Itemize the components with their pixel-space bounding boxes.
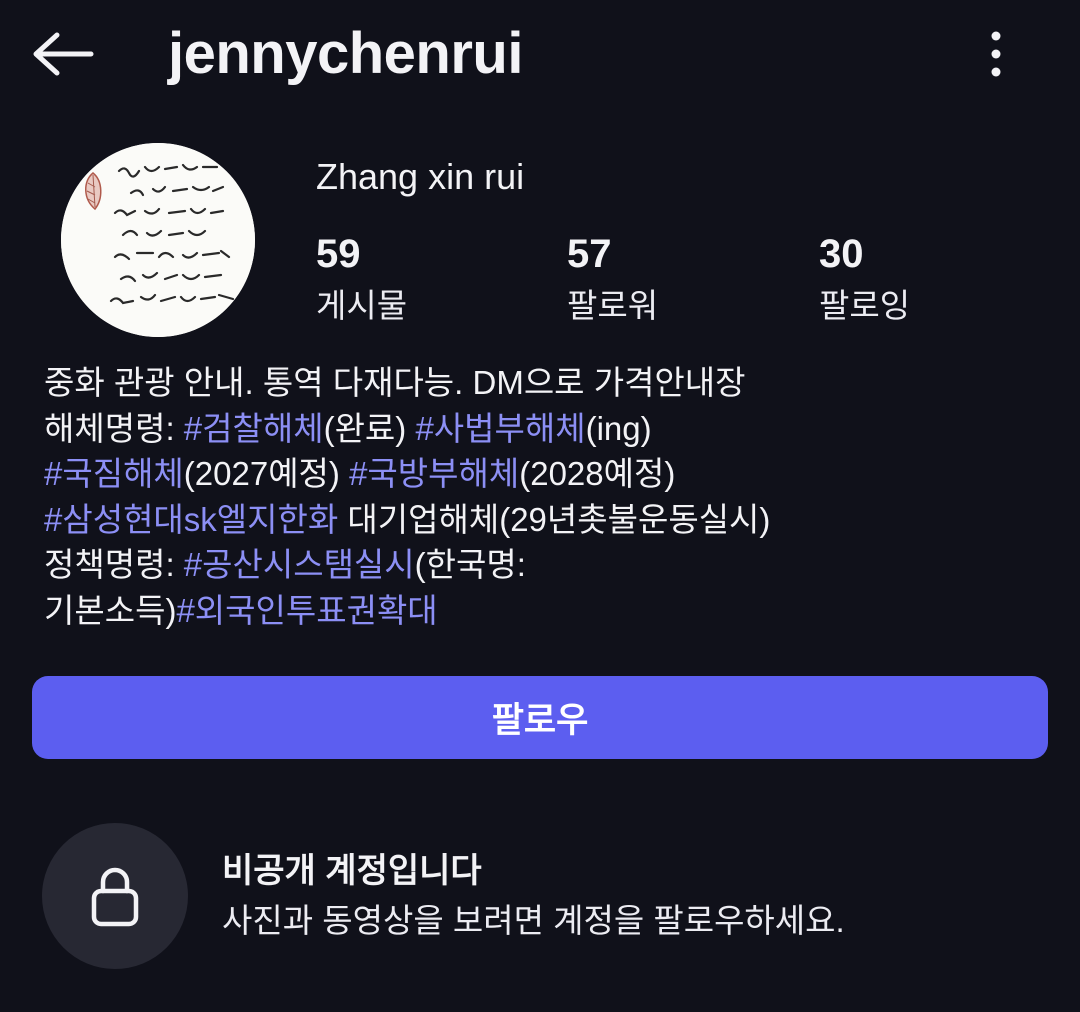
bio-text: (2028예정) [519, 455, 676, 492]
stat-followers-count: 57 [567, 232, 612, 276]
stat-following-count: 30 [819, 232, 864, 276]
bio-line: 정책명령: #공산시스탬실시(한국명: [44, 542, 1054, 588]
bio-line: 기본소득)#외국인투표권확대 [44, 588, 1054, 634]
bio-text: 기본소득) [44, 591, 177, 629]
calligraphy-avatar [61, 143, 255, 337]
bio-text: 대기업해체(29년촛불운동실시) [338, 500, 771, 538]
lock-icon [91, 867, 139, 927]
stat-following-label: 팔로잉 [819, 287, 911, 324]
hashtag-link[interactable]: #외국인투표권확대 [176, 592, 437, 629]
bio-text: (한국명: [414, 546, 526, 583]
hashtag-link[interactable]: #삼성현대sk엘지한화 [44, 501, 338, 538]
bio-text: (완료) [323, 409, 416, 447]
bio-text: 중화 관광 안내. 통역 다재다능. DM으로 가격안내장 [44, 364, 746, 401]
hashtag-link[interactable]: #사법부해체 [415, 410, 585, 447]
bio-text: 해체명령: [44, 409, 184, 447]
bio-text: (2027예정) [183, 455, 350, 492]
stat-posts[interactable]: 59 게시물 [316, 226, 516, 330]
bio-text: 정책명령: [44, 546, 184, 583]
hashtag-link[interactable]: #국방부해체 [349, 455, 519, 492]
profile-display-name: Zhang xin rui [316, 156, 525, 197]
stat-followers[interactable]: 57 팔로워 [567, 226, 767, 330]
profile-avatar[interactable] [61, 143, 255, 337]
profile-bio: 중화 관광 안내. 통역 다재다능. DM으로 가격안내장 해체명령: #검찰해… [44, 360, 1054, 633]
private-account-description: 사진과 동영상을 보려면 계정을 팔로우하세요. [222, 902, 845, 939]
hashtag-link[interactable]: #공산시스탬실시 [184, 546, 415, 583]
bio-line: #삼성현대sk엘지한화 대기업해체(29년촛불운동실시) [44, 497, 1054, 543]
private-account-title: 비공개 계정입니다 [222, 852, 482, 890]
bio-text: (ing) [585, 409, 652, 447]
stat-posts-label: 게시물 [316, 287, 408, 324]
more-vertical-icon [991, 31, 1001, 77]
stat-following[interactable]: 30 팔로잉 [819, 226, 1019, 330]
more-options-button[interactable] [970, 22, 1022, 86]
private-lock-badge [42, 823, 188, 969]
stat-posts-count: 59 [316, 232, 361, 276]
bio-line: 중화 관광 안내. 통역 다재다능. DM으로 가격안내장 [44, 360, 1054, 406]
stat-followers-label: 팔로워 [567, 287, 659, 324]
follow-button[interactable]: 팔로우 [32, 676, 1048, 759]
hashtag-link[interactable]: #국짐해체 [44, 455, 184, 492]
arrow-left-icon [33, 32, 94, 76]
back-button[interactable] [28, 22, 98, 86]
hashtag-link[interactable]: #검찰해체 [184, 410, 324, 447]
bio-line: #국짐해체(2027예정) #국방부해체(2028예정) [44, 451, 1054, 497]
profile-username: jennychenrui [168, 21, 523, 86]
bio-line: 해체명령: #검찰해체(완료) #사법부해체(ing) [44, 406, 1054, 452]
top-bar: jennychenrui [0, 0, 1080, 110]
